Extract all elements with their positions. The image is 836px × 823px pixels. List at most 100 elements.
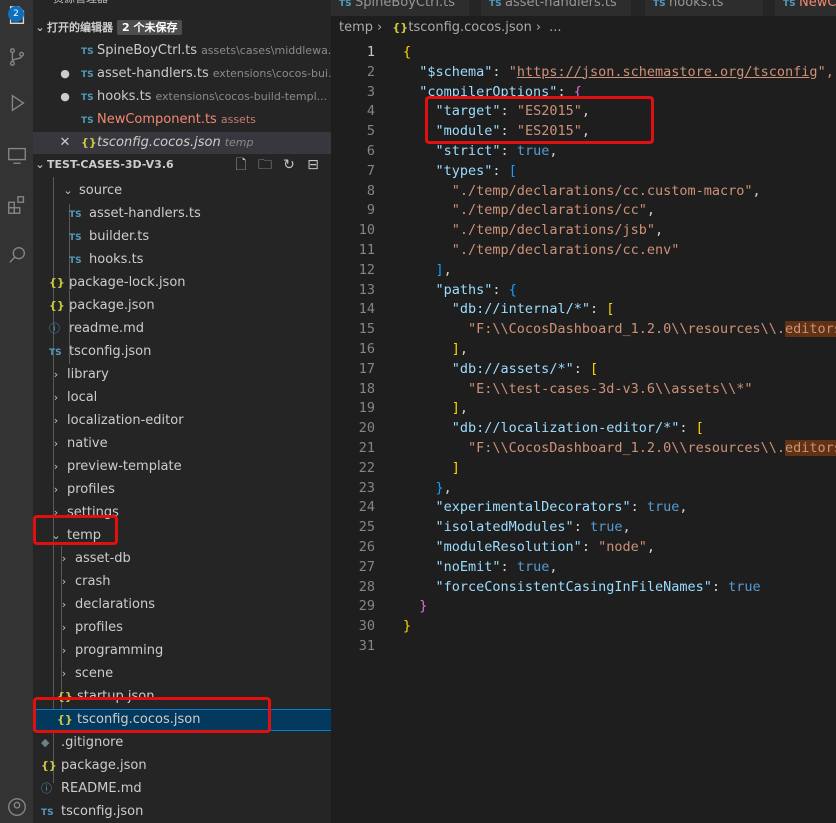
tree-item[interactable]: TS tsconfig.json xyxy=(33,801,331,823)
tree-item[interactable]: ⓘ README.md xyxy=(33,778,331,800)
code-token: : xyxy=(573,360,590,377)
tree-item[interactable]: › asset-db xyxy=(33,548,331,570)
tree-item[interactable]: ⓘ readme.md xyxy=(33,318,331,340)
code-line[interactable]: "$schema": "https://json.schemastore.org… xyxy=(403,62,834,82)
tree-item-label: profiles xyxy=(67,482,115,497)
new-folder-icon[interactable]: 🗀 xyxy=(255,154,275,176)
remote-explorer-icon[interactable] xyxy=(0,140,33,170)
tree-item[interactable]: › native xyxy=(33,433,331,455)
typescript-file-icon: TS xyxy=(783,0,796,9)
code-line[interactable]: "module": "ES2015", xyxy=(403,121,590,141)
line-number: 31 xyxy=(358,638,375,654)
tree-item[interactable]: › profiles xyxy=(33,479,331,501)
open-editors-section[interactable]: ⌄ 打开的编辑器 2 个未保存 xyxy=(33,17,331,39)
tree-item[interactable]: › local xyxy=(33,387,331,409)
code-line[interactable]: ] xyxy=(403,458,460,478)
tree-item[interactable]: TS asset-handlers.ts xyxy=(33,203,331,225)
code-line[interactable]: ], xyxy=(403,398,468,418)
tree-item[interactable]: ⌄ temp xyxy=(33,525,331,547)
tree-item[interactable]: › library xyxy=(33,364,331,386)
code-line[interactable]: "./temp/declarations/jsb", xyxy=(403,220,663,240)
breadcrumb-folder[interactable]: temp xyxy=(339,20,373,35)
code-line[interactable]: ], xyxy=(403,339,468,359)
code-token: } xyxy=(419,598,428,615)
open-editor-item[interactable]: TSNewComponent.tsassets 3 xyxy=(33,109,331,131)
tree-item[interactable]: › settings xyxy=(33,502,331,524)
tab-hooks[interactable]: TS hooks.ts xyxy=(645,0,764,16)
code-line[interactable]: ], xyxy=(403,260,452,280)
tree-item[interactable]: ◆ .gitignore xyxy=(33,732,331,754)
open-editor-item[interactable]: ● TS hooks.ts extensions\cocos-build-templ.… xyxy=(33,86,331,108)
extensions-icon[interactable] xyxy=(0,190,33,220)
code-line[interactable]: "noEmit": true, xyxy=(403,557,558,577)
chevron-right-icon: › xyxy=(53,391,59,404)
close-icon[interactable]: ✕ xyxy=(59,132,71,154)
code-line[interactable]: } xyxy=(403,616,411,636)
breadcrumb-symbol[interactable]: ... xyxy=(549,20,561,35)
collapse-all-icon[interactable]: ⊟ xyxy=(303,154,323,176)
code-token: : xyxy=(679,420,696,437)
open-editor-item-active[interactable]: ✕ {}tsconfig.cocos.json temp xyxy=(33,132,331,154)
code-line[interactable]: "isolatedModules": true, xyxy=(403,517,631,537)
code-line[interactable]: "strict": true, xyxy=(403,141,558,161)
tree-item[interactable]: {} tsconfig.cocos.json xyxy=(33,709,331,731)
tree-item[interactable]: › programming xyxy=(33,640,331,662)
code-line[interactable]: "paths": { xyxy=(403,280,517,300)
tab-spineboyctrl[interactable]: TS SpineBoyCtrl.ts xyxy=(331,0,470,16)
open-editor-item[interactable]: ● TS asset-handlers.ts extensions\cocos-bui… xyxy=(33,63,331,85)
source-control-icon[interactable] xyxy=(0,42,33,72)
explorer-icon[interactable]: 2 xyxy=(0,0,33,30)
tree-item[interactable]: › preview-template xyxy=(33,456,331,478)
code-line[interactable]: "moduleResolution": "node", xyxy=(403,537,656,557)
code-line[interactable]: "target": "ES2015", xyxy=(403,101,590,121)
tab-newcomponent[interactable]: TS NewC xyxy=(775,0,836,16)
tree-item[interactable]: › declarations xyxy=(33,594,331,616)
code-line[interactable]: "F:\\CocosDashboard_1.2.0\\resources\\.e… xyxy=(403,319,836,339)
tree-item[interactable]: {} package.json xyxy=(33,755,331,777)
tab-asset-handlers[interactable]: TS asset-handlers.ts xyxy=(481,0,632,16)
tree-item[interactable]: ⌄ source xyxy=(33,180,331,202)
tree-item[interactable]: › crash xyxy=(33,571,331,593)
typescript-file-icon: TS xyxy=(49,348,62,358)
tree-item-label: preview-template xyxy=(67,459,182,474)
code-line[interactable]: "forceConsistentCasingInFileNames": true xyxy=(403,577,761,597)
code-line[interactable]: "E:\\test-cases-3d-v3.6\\assets\\*" xyxy=(403,379,752,399)
code-line[interactable]: "./temp/declarations/cc", xyxy=(403,200,655,220)
typescript-file-icon: TS xyxy=(81,70,94,80)
code-line[interactable]: { xyxy=(403,42,411,62)
breadcrumb-file[interactable]: tsconfig.cocos.json xyxy=(408,20,531,35)
code-token: "./temp/declarations/cc.env" xyxy=(451,242,680,258)
tree-item[interactable]: › scene xyxy=(33,663,331,685)
account-icon[interactable] xyxy=(0,792,33,822)
line-number: 22 xyxy=(358,459,375,476)
line-number: 27 xyxy=(358,558,375,575)
code-line[interactable]: } xyxy=(403,596,427,616)
tree-item[interactable]: TS builder.ts xyxy=(33,226,331,248)
code-line[interactable]: "experimentalDecorators": true, xyxy=(403,497,688,517)
tree-item[interactable]: › localization-editor xyxy=(33,410,331,432)
refresh-icon[interactable]: ↻ xyxy=(279,154,299,176)
tree-item[interactable]: {} startup.json xyxy=(33,686,331,708)
run-debug-icon[interactable] xyxy=(0,88,33,118)
line-number: 14 xyxy=(358,301,375,318)
open-editor-item[interactable]: TS SpineBoyCtrl.ts assets\cases\middlewa..… xyxy=(33,40,331,62)
tree-item[interactable]: TS tsconfig.json xyxy=(33,341,331,363)
code-line[interactable]: "F:\\CocosDashboard_1.2.0\\resources\\.e… xyxy=(403,438,836,458)
tree-item[interactable]: TS hooks.ts xyxy=(33,249,331,271)
code-line[interactable]: "db://localization-editor/*": [ xyxy=(403,418,704,438)
new-file-icon[interactable]: 🗋 xyxy=(231,154,251,176)
tree-item[interactable]: {} package.json xyxy=(33,295,331,317)
search-icon[interactable] xyxy=(0,240,33,270)
code-line[interactable]: "compilerOptions": { xyxy=(403,82,582,102)
tree-item[interactable]: {} package-lock.json xyxy=(33,272,331,294)
code-editor[interactable]: 1 {2 "$schema": "https://json.schemastore… xyxy=(331,40,836,823)
code-line[interactable]: }, xyxy=(403,478,452,498)
tree-item[interactable]: › profiles xyxy=(33,617,331,639)
code-line[interactable]: "./temp/declarations/cc.custom-macro", xyxy=(403,181,761,201)
code-line[interactable]: "db://assets/*": [ xyxy=(403,359,598,379)
code-line[interactable]: "types": [ xyxy=(403,161,517,181)
code-line[interactable]: "./temp/declarations/cc.env" xyxy=(403,240,680,260)
code-line[interactable]: "db://internal/*": [ xyxy=(403,299,615,319)
